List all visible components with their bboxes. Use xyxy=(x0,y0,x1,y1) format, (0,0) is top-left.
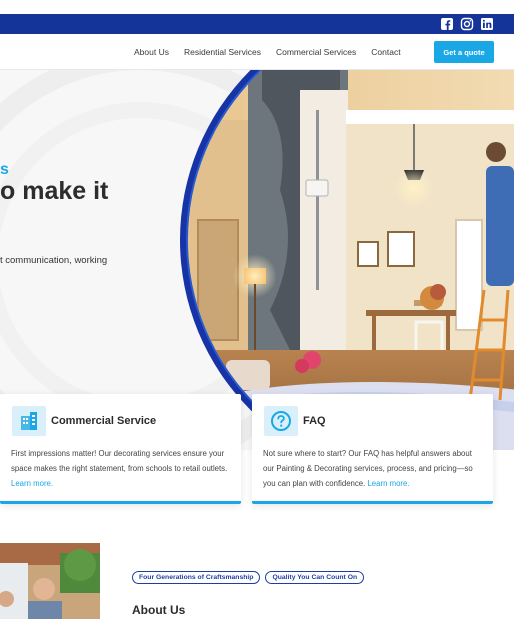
nav-commercial-services[interactable]: Commercial Services xyxy=(276,47,356,57)
top-bar xyxy=(0,14,514,34)
tag-quality: Quality You Can Count On xyxy=(265,571,365,584)
nav-contact[interactable]: Contact xyxy=(371,47,400,57)
learn-more-link[interactable]: Learn more. xyxy=(367,479,409,488)
hero-subtext: t communication, working xyxy=(0,255,108,266)
hero-heading: o make it xyxy=(0,177,109,205)
linkedin-icon[interactable] xyxy=(480,17,494,31)
main-nav: About Us Residential Services Commercial… xyxy=(134,47,401,57)
learn-more-link[interactable]: Learn more. xyxy=(11,479,53,488)
nav-residential-services[interactable]: Residential Services xyxy=(184,47,261,57)
nav-about-us[interactable]: About Us xyxy=(134,47,169,57)
get-a-quote-button[interactable]: Get a quote xyxy=(434,41,494,63)
faq-card: FAQ Not sure where to start? Our FAQ has… xyxy=(252,394,493,504)
card-title: Commercial Service xyxy=(51,415,157,427)
question-icon xyxy=(264,406,298,436)
building-icon xyxy=(12,406,46,436)
card-description: Not sure where to start? Our FAQ has hel… xyxy=(263,446,483,491)
facebook-icon[interactable] xyxy=(440,17,454,31)
commercial-service-card: Commercial Service First impressions mat… xyxy=(0,394,241,504)
instagram-icon[interactable] xyxy=(460,17,474,31)
card-title: FAQ xyxy=(303,415,326,427)
hero-section: s o make it t communication, working xyxy=(0,70,514,450)
card-text: First impressions matter! Our decorating… xyxy=(11,449,228,473)
about-us-heading: About Us xyxy=(132,603,186,617)
about-tags: Four Generations of Craftsmanship Qualit… xyxy=(132,571,365,584)
tag-four-generations: Four Generations of Craftsmanship xyxy=(132,571,261,584)
social-links xyxy=(440,17,494,31)
main-navbar: About Us Residential Services Commercial… xyxy=(0,34,514,70)
card-description: First impressions matter! Our decorating… xyxy=(11,446,231,491)
team-photo xyxy=(0,543,100,619)
